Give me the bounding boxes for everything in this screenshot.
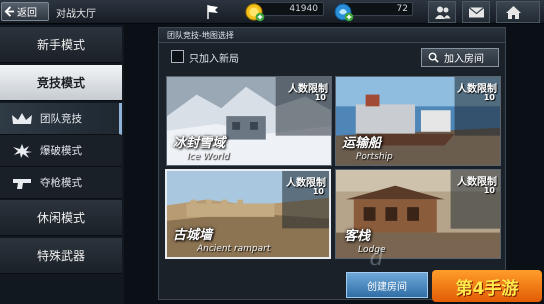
player-limit-value: 10 [483,93,495,102]
explosion-icon [13,143,32,158]
friends-button[interactable] [428,1,456,23]
mail-icon [468,7,485,18]
watermark-text: d [370,246,385,271]
home-button[interactable] [496,1,540,23]
submenu-demolition[interactable]: 爆破模式 [0,135,122,167]
submenu-gun-grab-label: 夺枪模式 [40,177,82,189]
site-logo-text: 第4手游 [455,278,519,299]
menu-newbie-mode[interactable]: 新手模式 [0,27,122,63]
map-name-cn: 运输船 [342,136,382,151]
create-room-button[interactable]: 创建房间 [346,272,428,298]
menu-special-weapons[interactable]: 特殊武器 [0,238,122,274]
join-room-button[interactable]: 加入房间 [421,48,499,67]
mode-menu: 新手模式 竞技模式 团队竞技 爆破模式 夺枪模式 休闲模式 特殊武器 [0,25,124,304]
map-name-cn: 古城墙 [173,228,213,243]
map-name-cn: 客栈 [344,229,371,244]
site-watermark-logo: 第4手游 [432,270,542,302]
map-name-en: Portship [356,152,393,162]
map-card-ancient-rampart[interactable]: 人数限制 10 古城墙 Ancient rampart [165,169,331,259]
pistol-icon [13,178,31,189]
map-name-cn: 冰封雪域 [173,136,226,151]
menu-casual-mode[interactable]: 休闲模式 [0,200,122,236]
map-name-en: Ancient rampart [197,244,271,254]
search-icon [428,52,439,63]
screen-title: 对战大厅 [56,9,96,20]
coin-plus-icon[interactable] [245,2,265,22]
friends-icon [435,6,451,19]
crown-icon [12,112,32,124]
back-label: 返回 [17,8,37,19]
flag-icon[interactable] [204,3,222,21]
new-games-only-checkbox[interactable] [171,50,184,63]
player-limit-value: 10 [312,187,324,196]
panel-header: 团队竞技-地图选择 [159,28,505,43]
map-card-lodge[interactable]: 人数限制 10 客栈 Lodge [335,169,501,259]
submenu-gun-grab[interactable]: 夺枪模式 [0,167,122,199]
menu-competitive-mode[interactable]: 竞技模式 [0,65,122,101]
gem-plus-icon[interactable] [334,2,354,22]
join-room-label: 加入房间 [444,54,484,65]
map-card-ice-world[interactable]: 人数限制 10 冰封雪域 Ice World [166,76,332,166]
map-selection-panel: 团队竞技-地图选择 只加入新局 加入房间 人数限制 10 冰封雪域 Ice Wo… [158,27,506,300]
submenu-demolition-label: 爆破模式 [40,145,82,157]
submenu-team-deathmatch[interactable]: 团队竞技 [0,103,122,135]
home-icon [506,6,521,19]
map-name-en: Ice World [187,152,230,162]
player-limit-value: 10 [483,186,495,195]
gem-count: 72 [396,4,408,14]
submenu-team-label: 团队竞技 [40,113,82,125]
new-games-only-label: 只加入新局 [189,54,239,65]
mail-button[interactable] [462,1,490,23]
player-limit-value: 10 [314,93,326,102]
back-button[interactable]: 返回 [1,2,49,21]
back-arrow-icon [4,6,15,17]
map-card-portship[interactable]: 人数限制 10 运输船 Portship [335,76,501,166]
top-bar: 返回 对战大厅 41940 72 [0,0,544,24]
coin-count: 41940 [289,4,318,14]
